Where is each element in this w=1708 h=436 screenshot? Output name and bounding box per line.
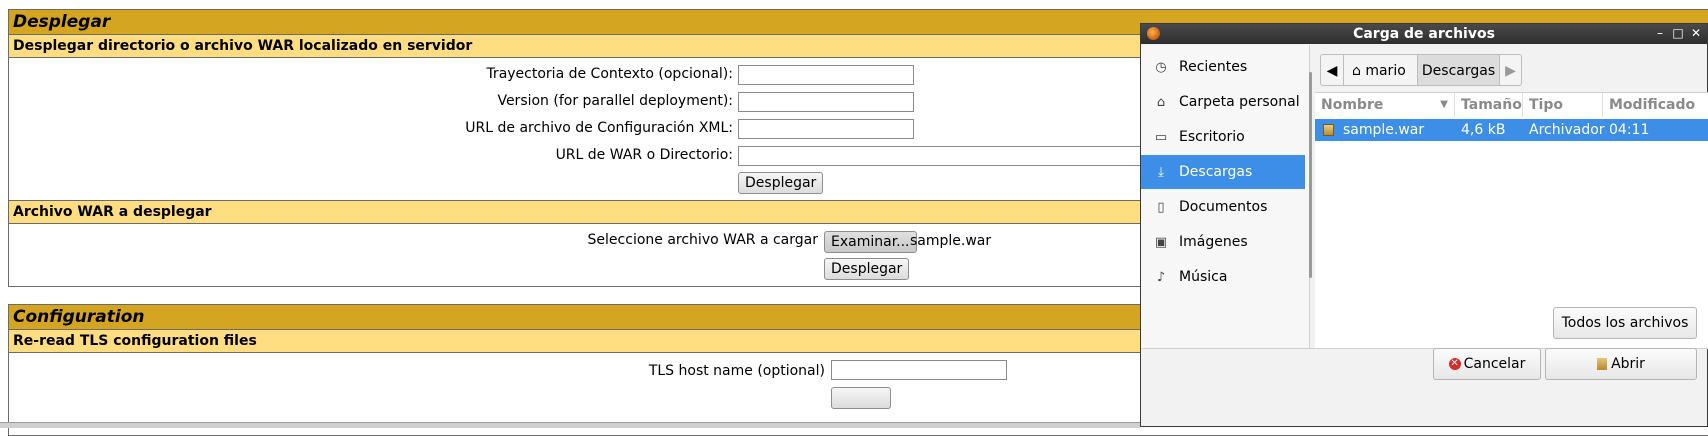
tls-reload-button[interactable] <box>831 387 891 409</box>
folder-icon: ▭ <box>1154 130 1168 145</box>
col-name-label: Nombre <box>1321 97 1384 113</box>
config-url-label: URL de archivo de Configuración XML: <box>465 120 733 136</box>
sort-down-icon: ▼ <box>1440 99 1448 110</box>
maximize-icon[interactable]: □ <box>1671 26 1685 40</box>
place-label: Música <box>1179 269 1228 285</box>
cancel-label: Cancelar <box>1463 356 1526 372</box>
cancel-button[interactable]: ✕ Cancelar <box>1433 348 1541 380</box>
col-modified-header[interactable]: Modificado <box>1603 93 1708 117</box>
crumb-descargas[interactable]: Descargas <box>1417 54 1500 86</box>
place-desktop[interactable]: ▭ Escritorio <box>1141 120 1305 154</box>
file-name: sample.war <box>1343 122 1425 138</box>
place-pictures[interactable]: ▣ Imágenes <box>1141 225 1305 259</box>
download-icon: ⤓ <box>1158 165 1164 180</box>
file-size: 4,6 kB <box>1461 122 1506 138</box>
file-modified: 04:11 <box>1609 122 1650 138</box>
dialog-titlebar[interactable]: Carga de archivos – □ ✕ <box>1141 24 1707 44</box>
place-label: Recientes <box>1179 59 1248 75</box>
image-icon: ▣ <box>1154 235 1168 250</box>
places-scrollbar[interactable] <box>1309 72 1312 278</box>
context-path-input[interactable] <box>738 65 914 85</box>
place-label: Carpeta personal <box>1179 94 1300 110</box>
place-home[interactable]: ⌂ Carpeta personal <box>1141 85 1305 119</box>
music-icon: ♪ <box>1156 270 1166 285</box>
selected-file-name: sample.war <box>910 233 992 249</box>
path-back-button[interactable]: ◀ <box>1320 54 1344 86</box>
place-documents[interactable]: ▯ Documentos <box>1141 190 1305 224</box>
tls-host-input[interactable] <box>831 360 1007 380</box>
open-label: Abrir <box>1611 356 1645 372</box>
archive-icon <box>1323 124 1334 136</box>
place-label: Descargas <box>1179 164 1253 180</box>
place-label: Imágenes <box>1179 234 1248 250</box>
context-path-label: Trayectoria de Contexto (opcional): <box>486 66 733 82</box>
cancel-icon: ✕ <box>1448 358 1461 370</box>
open-button[interactable]: Abrir <box>1545 348 1697 380</box>
open-icon <box>1597 358 1608 370</box>
browse-button[interactable]: Examinar... <box>824 231 917 253</box>
config-url-input[interactable] <box>738 119 914 139</box>
war-url-label: URL de WAR o Directorio: <box>555 147 733 163</box>
place-recent[interactable]: ◷ Recientes <box>1141 50 1305 84</box>
place-downloads[interactable]: ⤓ Descargas <box>1141 155 1305 189</box>
version-label: Version (for parallel deployment): <box>497 93 733 109</box>
document-icon: ▯ <box>1157 200 1165 215</box>
tls-host-label: TLS host name (optional) <box>648 363 825 379</box>
place-music[interactable]: ♪ Música <box>1141 260 1305 294</box>
place-label: Documentos <box>1179 199 1268 215</box>
places-sidebar: ◷ Recientes ⌂ Carpeta personal ▭ Escrito… <box>1141 45 1310 348</box>
path-forward-button[interactable]: ▶ <box>1499 54 1522 86</box>
deploy-upload-button[interactable]: Desplegar <box>824 258 910 280</box>
taskbar <box>0 422 1140 428</box>
table-row[interactable]: sample.war 4,6 kB Archivador 04:11 <box>1315 119 1708 141</box>
crumb-label: Descargas <box>1421 63 1496 79</box>
col-size-header[interactable]: Tamaño <box>1455 93 1523 117</box>
filter-label: Todos los archivos <box>1561 315 1689 331</box>
file-type: Archivador <box>1529 122 1605 138</box>
home-icon: ⌂ <box>1156 95 1166 110</box>
file-filter-select[interactable]: Todos los archivos <box>1553 307 1697 356</box>
col-name-header[interactable]: Nombre ▼ <box>1315 93 1455 117</box>
place-label: Escritorio <box>1179 129 1245 145</box>
crumb-mario[interactable]: ⌂ mario <box>1343 54 1418 86</box>
clock-icon: ◷ <box>1155 60 1167 75</box>
dialog-title: Carga de archivos <box>1353 26 1495 42</box>
war-url-input[interactable] <box>738 146 1158 166</box>
close-icon[interactable]: ✕ <box>1689 26 1703 40</box>
col-type-header[interactable]: Tipo <box>1523 93 1603 117</box>
deploy-server-button[interactable]: Desplegar <box>738 172 824 194</box>
crumb-label: mario <box>1365 63 1406 79</box>
minimize-icon[interactable]: – <box>1653 26 1667 40</box>
select-war-label: Seleccione archivo WAR a cargar <box>587 232 818 248</box>
home-icon: ⌂ <box>1352 63 1361 79</box>
version-input[interactable] <box>738 92 914 112</box>
file-upload-dialog: Carga de archivos – □ ✕ ◷ Recientes ⌂ Ca… <box>1140 23 1708 427</box>
